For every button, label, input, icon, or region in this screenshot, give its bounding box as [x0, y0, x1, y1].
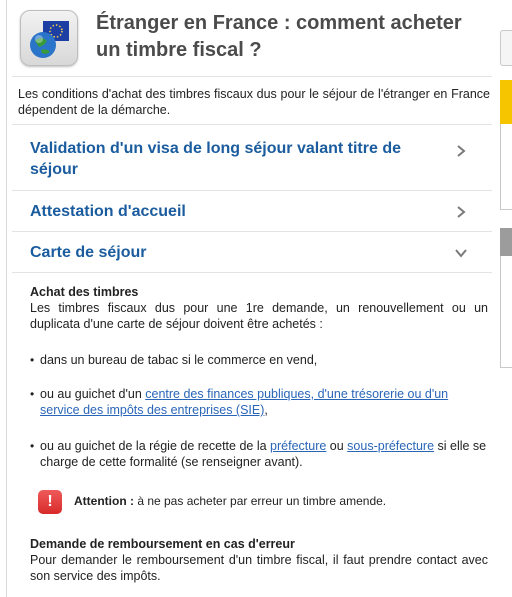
accordion-item-attestation[interactable]: Attestation d'accueil [18, 201, 488, 225]
carte-achat-section: Achat des timbres Les timbres fiscaux du… [30, 284, 488, 332]
chevron-down-icon[interactable] [454, 246, 474, 266]
intro-text: Les conditions d'achat des timbres fisca… [18, 87, 490, 117]
globe-flag-icon [20, 10, 78, 66]
header-divider [12, 76, 492, 77]
page-title: Étranger en France : comment acheter un … [96, 12, 462, 61]
list-item: ou au guichet d'un centre des finances p… [30, 386, 488, 418]
sidebar-yellow-header [500, 80, 512, 124]
left-border [6, 0, 7, 597]
list-item: ou au guichet de la régie de recette de … [30, 438, 488, 470]
accordion-title-visa[interactable]: Validation d'un visa de long séjour vala… [30, 138, 430, 180]
accordion-item-visa[interactable]: Validation d'un visa de long séjour vala… [18, 138, 488, 180]
achat-text: Les timbres fiscaux dus pour une 1re dem… [30, 301, 488, 331]
chevron-right-icon[interactable] [454, 144, 474, 164]
accordion-title-attestation[interactable]: Attestation d'accueil [30, 201, 430, 222]
list-item: dans un bureau de tabac si le commerce e… [30, 352, 488, 368]
accordion-divider [12, 231, 492, 232]
accordion-item-carte-sejour[interactable]: Carte de séjour [18, 242, 488, 266]
bullet-guichet-prefix: ou au guichet d'un [40, 387, 146, 401]
attention-notice: ! Attention : à ne pas acheter par erreu… [38, 490, 488, 518]
sidebar-gray-header [500, 228, 512, 256]
attention-message: à ne pas acheter par erreur un timbre am… [133, 494, 387, 508]
remboursement-text: Pour demander le remboursement d'un timb… [30, 553, 488, 583]
attention-label: Attention : [74, 494, 134, 508]
link-sous-prefecture[interactable]: sous-préfecture [347, 439, 434, 453]
accordion-divider [12, 190, 492, 191]
bullet-regie-prefix: ou au guichet de la régie de recette de … [40, 439, 271, 453]
link-prefecture[interactable]: préfecture [270, 439, 326, 453]
accordion-divider [12, 272, 492, 273]
remboursement-section: Demande de remboursement en cas d'erreur… [30, 536, 488, 584]
attention-text: Attention : à ne pas acheter par erreur … [74, 494, 386, 508]
main-content: Étranger en France : comment acheter un … [0, 0, 500, 597]
warning-icon: ! [38, 490, 62, 514]
page-header: Étranger en France : comment acheter un … [20, 8, 490, 68]
remboursement-heading: Demande de remboursement en cas d'erreur [30, 537, 295, 551]
bullet-guichet-suffix: , [264, 403, 268, 417]
bullet-tabac: dans un bureau de tabac si le commerce e… [40, 353, 318, 367]
right-sidebar [500, 0, 512, 597]
bullet-regie-mid: ou [326, 439, 348, 453]
accordion-top-divider [12, 124, 492, 125]
chevron-right-icon[interactable] [454, 205, 474, 225]
accordion-title-carte-sejour[interactable]: Carte de séjour [30, 242, 430, 263]
sidebar-button[interactable] [500, 30, 512, 66]
achat-heading: Achat des timbres [30, 285, 139, 299]
